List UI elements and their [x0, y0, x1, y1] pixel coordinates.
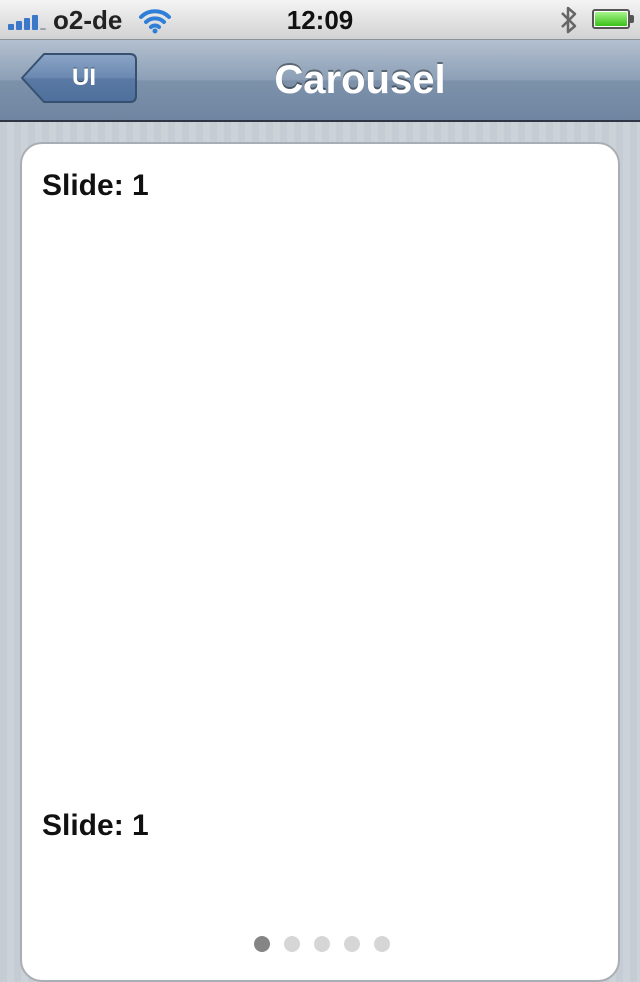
navigation-bar: UI Carousel: [0, 40, 640, 122]
bluetooth-icon: [558, 4, 580, 41]
back-button-label: UI: [72, 64, 96, 91]
page-title: Carousel: [274, 58, 446, 102]
battery-icon: [592, 9, 634, 29]
back-button[interactable]: UI: [20, 52, 138, 104]
page-dot[interactable]: [314, 936, 330, 952]
page-dot[interactable]: [344, 936, 360, 952]
page-dot[interactable]: [284, 936, 300, 952]
status-time: 12:09: [286, 5, 354, 35]
page-indicator[interactable]: [22, 936, 618, 956]
carousel[interactable]: Slide: 1 Slide: 1: [20, 142, 620, 982]
slide-caption: Slide: 1: [42, 809, 149, 842]
slide-title: Slide: 1: [42, 169, 149, 202]
page-dot[interactable]: [374, 936, 390, 952]
status-bar: o2-de 12:09: [0, 0, 640, 40]
page-dot[interactable]: [254, 936, 270, 952]
